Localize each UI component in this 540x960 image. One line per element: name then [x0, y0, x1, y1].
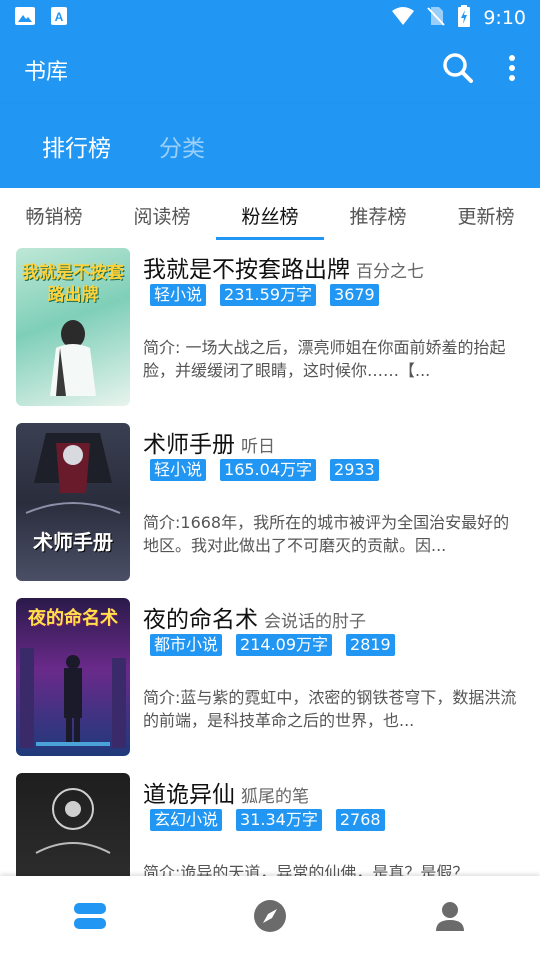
battery-charging-icon	[457, 4, 471, 32]
book-intro: 简介:蓝与紫的霓虹中，浓密的钢铁苍穹下，数据洪流的前端，是科技革命之后的世界，也…	[143, 688, 517, 730]
subtab-fans[interactable]: 粉丝榜	[216, 188, 324, 240]
a-notification-icon: A	[50, 6, 68, 30]
book-wordcount-tag: 165.04万字	[220, 459, 317, 481]
book-cover: 术师手册	[16, 423, 130, 581]
top-tabs: 排行榜 分类	[0, 104, 540, 188]
subtab-update[interactable]: 更新榜	[432, 188, 540, 240]
book-list: 我就是不按套路出牌 我就是不按套路出牌 百分之七 轻小说 231.59万字 367…	[0, 240, 540, 876]
book-tags: 轻小说 231.59万字 3679	[150, 284, 379, 306]
book-title-line: 我就是不按套路出牌 百分之七	[143, 250, 424, 284]
ranking-subtabs: 畅销榜 阅读榜 粉丝榜 推荐榜 更新榜	[0, 188, 540, 240]
book-category-tag: 都市小说	[150, 634, 223, 656]
book-intro: 简介:1668年，我所在的城市被评为全国治安最好的地区。我对此做出了不可磨灭的贡…	[143, 513, 510, 555]
book-wordcount-tag: 231.59万字	[220, 284, 317, 306]
book-fans-tag: 2768	[335, 809, 385, 831]
book-author: 听日	[241, 437, 275, 457]
book-wordcount-tag: 31.34万字	[236, 809, 322, 831]
book-item[interactable]: 术师手册 术师手册 听日 轻小说 165.04万字 2933 简介:1668年，我…	[0, 415, 540, 590]
book-tags: 轻小说 165.04万字 2933	[150, 459, 379, 481]
tab-category[interactable]: 分类	[159, 129, 205, 163]
image-notification-icon	[14, 6, 36, 30]
compass-icon	[253, 899, 287, 937]
book-item[interactable]: 道诡异仙 狐尾的笔 玄幻小说 31.34万字 2768 简介:诡异的天道，异常的仙…	[0, 765, 540, 876]
book-author: 会说话的肘子	[264, 612, 366, 632]
search-icon[interactable]	[442, 52, 474, 88]
book-category-tag: 玄幻小说	[150, 809, 223, 831]
book-fans-tag: 2933	[330, 459, 379, 481]
cover-title: 我就是不按套路出牌	[22, 263, 124, 305]
subtab-bestseller[interactable]: 畅销榜	[0, 188, 108, 240]
book-fans-tag: 3679	[330, 284, 379, 306]
book-item[interactable]: 我就是不按套路出牌 我就是不按套路出牌 百分之七 轻小说 231.59万字 367…	[0, 240, 540, 415]
book-title: 道诡异仙	[143, 782, 235, 808]
book-author: 百分之七	[356, 262, 424, 282]
person-icon	[434, 900, 466, 936]
book-cover: 我就是不按套路出牌	[16, 248, 130, 406]
bookshelf-icon	[72, 901, 108, 935]
app-bar: 书库	[0, 36, 540, 104]
book-tags: 玄幻小说 31.34万字 2768	[150, 809, 385, 831]
book-cover: 夜的命名术	[16, 598, 130, 756]
book-title-line: 夜的命名术 会说话的肘子	[143, 600, 366, 634]
subtab-recommend[interactable]: 推荐榜	[324, 188, 432, 240]
book-item[interactable]: 夜的命名术 夜的命名术 会说话的肘子 都市小说 214.09万字 2819 简介:…	[0, 590, 540, 765]
page-title: 书库	[24, 60, 69, 85]
book-fans-tag: 2819	[346, 634, 395, 656]
book-wordcount-tag: 214.09万字	[236, 634, 333, 656]
nav-bookshelf[interactable]	[0, 876, 180, 960]
book-tags: 都市小说 214.09万字 2819	[150, 634, 395, 656]
cover-title: 夜的命名术	[28, 608, 118, 629]
book-category-tag: 轻小说	[150, 284, 207, 306]
no-sim-icon	[427, 6, 446, 31]
nav-profile[interactable]	[360, 876, 540, 960]
book-category-tag: 轻小说	[150, 459, 207, 481]
tab-ranking[interactable]: 排行榜	[42, 129, 111, 163]
book-intro: 简介:诡异的天道，异常的仙佛，是真？是假？	[143, 863, 469, 876]
status-time: 9:10	[483, 7, 526, 29]
nav-discover[interactable]	[180, 876, 360, 960]
svg-text:A: A	[55, 10, 64, 24]
book-intro: 简介: 一场大战之后，漂亮师姐在你面前娇羞的抬起脸，并缓缓闭了眼睛，这时候你………	[143, 338, 506, 380]
book-title: 我就是不按套路出牌	[143, 257, 350, 283]
book-author: 狐尾的笔	[241, 787, 309, 807]
book-title-line: 道诡异仙 狐尾的笔	[143, 775, 309, 809]
book-title-line: 术师手册 听日	[143, 425, 275, 459]
book-title: 术师手册	[143, 432, 235, 458]
book-cover	[16, 773, 130, 876]
bottom-nav	[0, 876, 540, 960]
status-bar: A 9:10	[0, 0, 540, 36]
subtab-reading[interactable]: 阅读榜	[108, 188, 216, 240]
wifi-icon	[391, 6, 415, 31]
book-title: 夜的命名术	[143, 607, 258, 633]
more-vertical-icon[interactable]	[508, 54, 516, 86]
cover-title: 术师手册	[33, 530, 113, 554]
